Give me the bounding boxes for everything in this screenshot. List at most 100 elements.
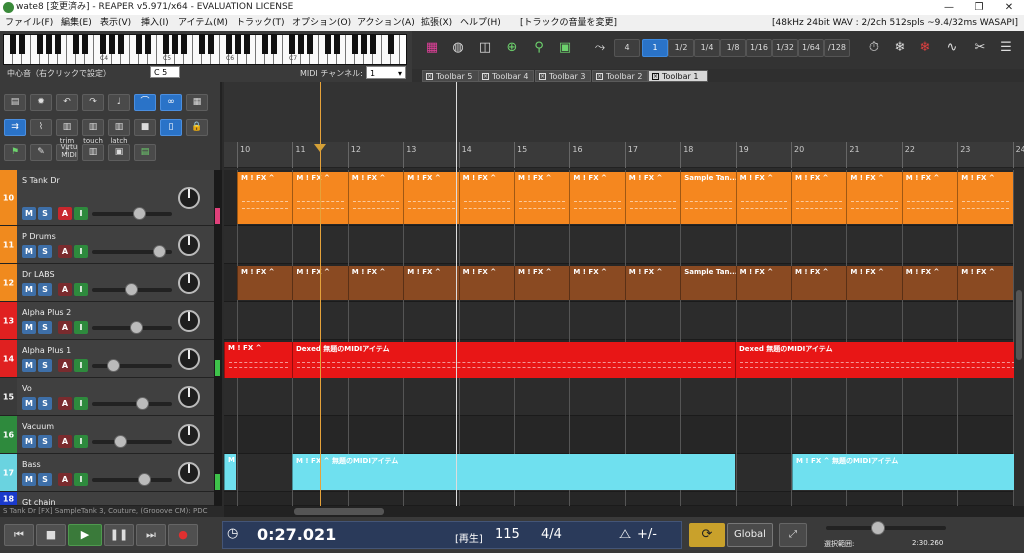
volume-fader-handle[interactable] [130,321,144,334]
track-name[interactable]: P Drums [22,232,56,241]
media-item-dexed-pre[interactable]: M ! FX ^ [224,342,292,378]
grid-16th-button[interactable]: 1/16 [746,39,772,57]
media-item-dr-labs[interactable]: M ! FX ^ [735,266,791,300]
mute-button[interactable]: M [22,283,36,296]
waveform-icon[interactable]: ∿ [942,37,962,59]
solo-button[interactable]: S [38,473,52,486]
track-name[interactable]: Alpha Plus 2 [22,308,71,317]
link-icon[interactable]: ∞ [160,94,182,111]
timeline-ruler[interactable]: 10 11 12 13 14 15 16 17 18 19 20 21 22 23 24 [224,142,1024,168]
input-monitor-button[interactable]: I [74,473,88,486]
volume-fader-handle[interactable] [137,473,151,486]
tab-toolbar-5[interactable]: × Toolbar 5 [422,70,482,82]
track-14[interactable]: 14 Alpha Plus 1 MSAI [0,340,214,378]
media-item-sample-tank[interactable]: M ! FX ^ [791,172,847,224]
bpm-display[interactable]: 115 [495,527,520,542]
close-icon[interactable]: × [652,73,659,80]
record-arm-button[interactable]: A [58,435,72,448]
menu-actions[interactable]: アクション(A) [357,15,415,31]
media-item-sample-tank[interactable]: M ! FX ^ [514,172,570,224]
volume-fader[interactable] [92,402,172,406]
track-name[interactable]: Bass [22,460,41,469]
tab-toolbar-3[interactable]: × Toolbar 3 [535,70,591,82]
trim-button[interactable]: ▥ [56,119,78,136]
black-key[interactable] [136,35,142,54]
menu-options[interactable]: オプション(O) [292,15,351,31]
metronome-icon[interactable]: ♩ [108,94,130,111]
track-10[interactable]: 10 S Tank Dr M S A I [0,170,214,226]
track-number[interactable]: 15 [0,378,17,415]
input-monitor-button[interactable]: I [74,207,88,220]
black-key[interactable] [181,35,187,54]
mute-button[interactable]: M [22,359,36,372]
black-key[interactable] [262,35,268,54]
stop-button[interactable]: ■ [36,524,66,546]
maximize-button[interactable]: ❐ [964,0,994,15]
solo-button[interactable]: S [38,359,52,372]
track-12[interactable]: 12 Dr LABS M S A I [0,264,214,302]
media-item-sample-tank[interactable]: M ! FX ^ [458,172,514,224]
redo-icon[interactable]: ↷ [82,94,104,111]
media-item-dr-labs[interactable]: M ! FX ^ [347,266,404,300]
media-item-sample-tank[interactable]: M ! FX ^ [624,172,681,224]
write-button[interactable]: ■ [134,119,156,136]
mute-button[interactable]: M [22,435,36,448]
media-item-dexed-2[interactable]: Dexed 無題のMIDIアイテム [735,342,1024,378]
play-button[interactable]: ▶ [68,524,102,546]
volume-fader[interactable] [92,364,172,368]
mute-button[interactable]: M [22,207,36,220]
solo-button[interactable]: S [38,435,52,448]
expand-icon[interactable]: ⤢ [779,523,807,547]
black-key[interactable] [37,35,43,54]
lock-grid-icon[interactable]: ▯ [160,119,182,136]
black-key[interactable] [109,35,115,54]
menu-track[interactable]: トラック(T) [236,15,285,31]
drum-icon[interactable]: ◍ [448,37,468,59]
black-key[interactable] [73,35,79,54]
close-icon[interactable]: × [596,73,603,80]
menu-view[interactable]: 表示(V) [100,15,131,31]
horizontal-scroll-thumb[interactable] [294,508,384,515]
track-name[interactable]: Vo [22,384,32,393]
menu-file[interactable]: ファイル(F) [5,15,53,31]
grid-icon[interactable]: ▣ [555,37,575,59]
record-arm-button[interactable]: A [58,397,72,410]
horizontal-scrollbar[interactable] [224,506,1024,517]
vertical-scroll-thumb[interactable] [1016,290,1022,360]
media-item-dr-labs[interactable]: M ! FX ^ [846,266,902,300]
time-display-panel[interactable]: ◷ 0:27.021 [再生] 115 4/4 ⧍ +/- [222,521,682,549]
black-key[interactable] [55,35,61,54]
track-number[interactable]: 12 [0,264,17,301]
latch-button[interactable]: ▥ [108,119,130,136]
track-number[interactable]: 18 [0,492,17,505]
input-monitor-button[interactable]: I [74,283,88,296]
black-key[interactable] [244,35,250,54]
black-key[interactable] [334,35,340,54]
tempo-adjust[interactable]: +/- [637,527,657,542]
track-18[interactable]: 18 Gt chain [0,492,214,506]
black-key[interactable] [352,35,358,54]
record-button[interactable]: ● [168,524,198,546]
media-item-dr-labs[interactable]: M ! FX ^ [624,266,681,300]
tab-toolbar-4[interactable]: × Toolbar 4 [478,70,534,82]
black-key[interactable] [325,35,331,54]
auto-crossfade-icon[interactable]: ⌒ [134,94,156,111]
grid-64th-button[interactable]: 1/64 [798,39,824,57]
track-lanes[interactable]: M ! FX ^ M ! FX ^ M ! FX ^ M ! FX ^ M ! FX ^… [224,170,1024,506]
track-17[interactable]: 17 Bass M S A I [0,454,214,492]
mute-button[interactable]: M [22,397,36,410]
center-note-field[interactable]: C 5 [150,66,180,78]
grid-settings-icon[interactable]: ▦ [186,94,208,111]
solo-button[interactable]: S [38,207,52,220]
input-monitor-button[interactable]: I [74,435,88,448]
grid-4-button[interactable]: 4 [614,39,640,57]
track-number[interactable]: 10 [0,170,17,225]
mixer-icon[interactable]: ▣ [108,144,130,161]
record-arm-button[interactable]: A [58,321,72,334]
pause-button[interactable]: ❚❚ [104,524,134,546]
black-key[interactable] [298,35,304,54]
media-item-dr-labs[interactable]: M ! FX ^ [957,266,1013,300]
undo-icon[interactable]: ↶ [56,94,78,111]
media-item-bass[interactable]: M ! FX ^ 無題のMIDIアイテム [292,454,735,490]
media-item-sample-tank[interactable]: M ! FX ^ [569,172,625,224]
